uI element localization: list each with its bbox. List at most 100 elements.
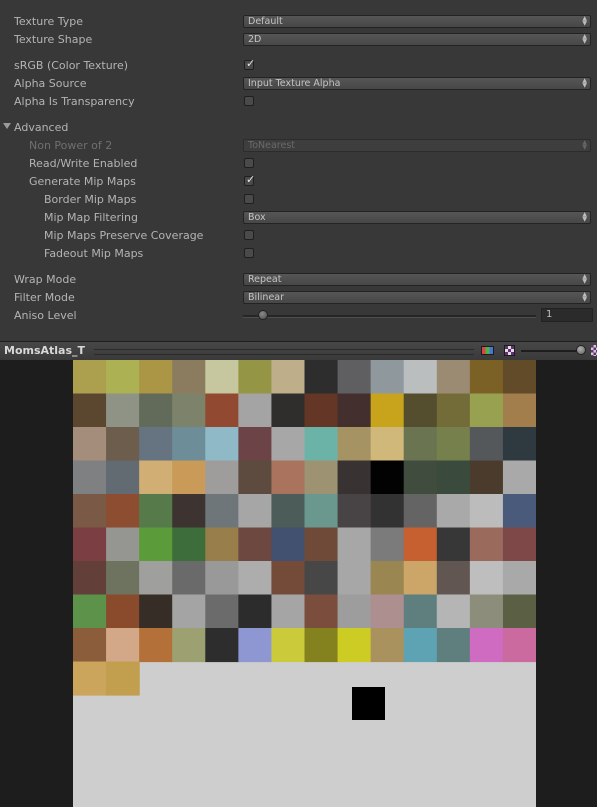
srgb-row: sRGB (Color Texture) ✓ [0,57,597,75]
read-write-checkbox[interactable] [244,158,254,168]
texture-shape-dropdown[interactable]: 2D ▲ ▼ [243,33,591,46]
non-power-of-2-row: Non Power of 2 ToNearest ▲ ▼ [0,137,597,155]
non-power-of-2-value: ToNearest [248,140,295,151]
atlas-swatch [469,527,504,562]
alpha-source-value: Input Texture Alpha [248,78,341,89]
mip-level-slider-track[interactable] [521,350,581,352]
atlas-swatch [172,561,206,596]
atlas-swatch [469,628,504,663]
atlas-swatch [337,494,372,529]
advanced-label[interactable]: Advanced [14,121,68,134]
atlas-swatch [304,393,339,428]
atlas-swatch [370,393,405,428]
mip-filtering-value: Box [248,212,266,223]
dropdown-arrows-icon: ▲ ▼ [582,139,587,151]
aniso-level-row: Aniso Level 1 [0,307,597,325]
aniso-slider-thumb[interactable] [258,310,268,320]
atlas-swatch [469,360,504,395]
atlas-swatch [205,628,239,663]
atlas-swatch [73,561,107,596]
atlas-swatch [502,460,536,495]
dropdown-arrows-icon: ▲ ▼ [582,33,587,45]
generate-mips-row: Generate Mip Maps ✓ [0,173,597,191]
atlas-swatch [436,527,471,562]
atlas-swatch [337,561,372,596]
atlas-swatch [106,360,140,395]
atlas-swatch [403,594,438,629]
atlas-swatch [73,527,107,562]
atlas-swatch [139,360,173,395]
aniso-slider-track[interactable] [243,315,536,318]
atlas-swatch [73,427,107,462]
atlas-swatch [106,460,140,495]
aniso-level-label: Aniso Level [14,309,77,322]
border-mips-checkbox[interactable] [244,194,254,204]
atlas-swatch [271,594,306,629]
generate-mips-checkbox[interactable]: ✓ [244,174,255,186]
atlas-swatch [271,494,306,529]
atlas-swatch [106,661,140,696]
atlas-swatch [502,628,536,663]
foldout-arrow-icon[interactable] [3,123,11,129]
atlas-swatch [502,527,536,562]
mip-level-slider-thumb[interactable] [576,345,586,355]
wrap-mode-dropdown[interactable]: Repeat ▲ ▼ [243,273,591,286]
atlas-swatch [73,460,107,495]
filter-mode-dropdown[interactable]: Bilinear ▲ ▼ [243,291,591,304]
srgb-checkbox[interactable]: ✓ [244,58,255,70]
atlas-swatch [469,460,504,495]
atlas-swatch [403,494,438,529]
alpha-source-dropdown[interactable]: Input Texture Alpha ▲ ▼ [243,77,591,90]
atlas-swatch [502,427,536,462]
atlas-swatch [73,628,107,663]
atlas-swatch [304,594,339,629]
atlas-swatch [238,460,273,495]
atlas-swatch [271,460,306,495]
mip-filtering-row: Mip Map Filtering Box ▲ ▼ [0,209,597,227]
atlas-swatch [205,494,239,529]
aniso-level-field[interactable]: 1 [541,308,593,322]
atlas-swatch [205,527,239,562]
atlas-swatch [403,393,438,428]
atlas-swatch [172,628,206,663]
atlas-swatch [436,628,471,663]
atlas-swatch [304,527,339,562]
atlas-swatch [73,393,107,428]
atlas-swatch [337,527,372,562]
texture-shape-row: Texture Shape 2D ▲ ▼ [0,31,597,49]
atlas-swatch [337,360,372,395]
alpha-transparency-checkbox[interactable] [244,96,254,106]
atlas-swatch [403,360,438,395]
atlas-swatch [205,427,239,462]
atlas-swatch [271,427,306,462]
atlas-swatch [304,360,339,395]
rgb-channel-icon[interactable] [481,346,494,355]
srgb-label: sRGB (Color Texture) [14,59,129,72]
non-power-of-2-label: Non Power of 2 [29,139,113,152]
resize-grip[interactable] [94,349,474,355]
mip-filtering-dropdown[interactable]: Box ▲ ▼ [243,211,591,224]
alpha-channel-icon[interactable] [504,345,515,356]
atlas-swatch [436,460,471,495]
alpha-source-label: Alpha Source [14,77,87,90]
alpha-transparency-label: Alpha Is Transparency [14,95,135,108]
border-mips-label: Border Mip Maps [44,193,137,206]
mip-preserve-coverage-checkbox[interactable] [244,230,254,240]
texture-type-dropdown[interactable]: Default ▲ ▼ [243,15,591,28]
atlas-swatch [73,661,107,696]
atlas-swatch [73,594,107,629]
read-write-row: Read/Write Enabled [0,155,597,173]
filter-mode-row: Filter Mode Bilinear ▲ ▼ [0,289,597,307]
atlas-swatch [139,494,173,529]
atlas-swatch [106,594,140,629]
filter-mode-value: Bilinear [248,292,285,303]
atlas-swatch-grid [73,360,536,720]
atlas-swatch [205,594,239,629]
atlas-swatch [469,494,504,529]
atlas-swatch [469,393,504,428]
fadeout-mips-checkbox[interactable] [244,248,254,258]
atlas-swatch [73,494,107,529]
texture-shape-value: 2D [248,34,262,45]
advanced-foldout[interactable]: Advanced [0,119,597,137]
wrap-mode-value: Repeat [248,274,282,285]
